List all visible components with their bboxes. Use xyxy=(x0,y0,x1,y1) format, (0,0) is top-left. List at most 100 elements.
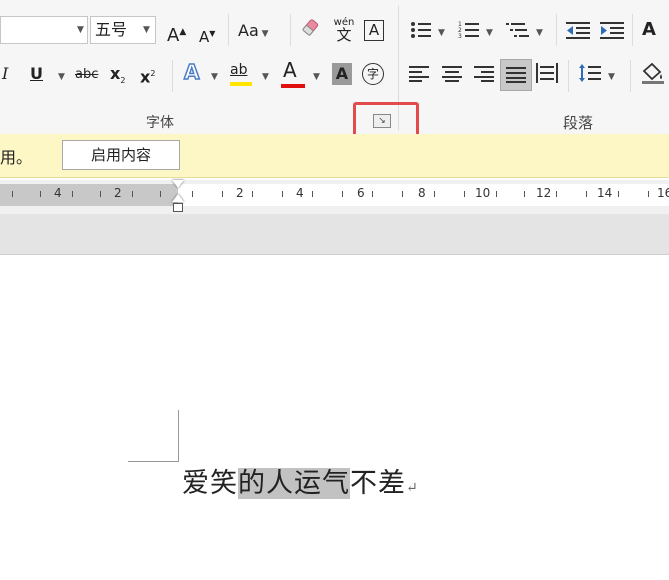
ruler-tick xyxy=(160,191,161,197)
ruler-tick xyxy=(402,191,403,197)
margin-corner-mark xyxy=(128,461,179,462)
ruler-tick xyxy=(524,191,525,197)
italic-button[interactable]: I xyxy=(2,64,8,84)
ruler-tick xyxy=(282,191,283,197)
text-run: 不差 xyxy=(350,468,406,499)
text-effects-icon[interactable]: A xyxy=(183,61,200,83)
chevron-down-icon[interactable]: ▼ xyxy=(313,72,320,82)
ribbon: ▼ 五号 ▼ A▲ A▼ Aa ▼ wén 文 A ▼ 123 ▼ ▼ A I … xyxy=(0,0,669,145)
strikethrough-button[interactable]: abc xyxy=(75,65,98,85)
ruler-tick xyxy=(252,191,253,197)
ruler-label: 14 xyxy=(597,186,613,200)
group-label-font: 字体 xyxy=(146,115,174,131)
subscript-button[interactable]: x2 xyxy=(110,64,125,91)
ruler-label: 2 xyxy=(114,186,122,200)
ruler-tick xyxy=(192,191,193,197)
separator xyxy=(568,60,569,92)
svg-text:3: 3 xyxy=(458,33,462,40)
shading-bucket-icon[interactable] xyxy=(640,62,666,89)
ruler-label: 16 xyxy=(657,186,669,200)
multilevel-list-icon[interactable] xyxy=(506,20,530,45)
left-indent-marker[interactable] xyxy=(173,203,183,212)
superscript-button[interactable]: x2 xyxy=(140,64,155,87)
ruler-tick xyxy=(312,191,313,197)
separator xyxy=(632,14,633,46)
enable-content-button[interactable]: 启用内容 xyxy=(62,140,180,170)
shrink-font-icon[interactable]: A▼ xyxy=(199,24,215,47)
ruler-tick xyxy=(648,191,649,197)
ruler-tick xyxy=(618,191,619,197)
phonetic-guide-icon[interactable]: wén 文 xyxy=(333,16,355,43)
chevron-down-icon: ▼ xyxy=(143,25,150,35)
chevron-down-icon[interactable]: ▼ xyxy=(262,72,269,82)
font-size-value: 五号 xyxy=(95,20,128,39)
justify-icon xyxy=(506,67,526,83)
ruler-tick xyxy=(586,191,587,197)
chevron-down-icon: ▼ xyxy=(77,25,84,35)
ruler-label: 8 xyxy=(418,186,426,200)
chevron-down-icon[interactable]: ▼ xyxy=(438,28,445,38)
highlight-color-icon[interactable]: ab xyxy=(230,60,252,86)
separator xyxy=(556,14,557,46)
font-color-swatch xyxy=(281,84,305,88)
font-name-combo[interactable]: ▼ xyxy=(0,16,88,44)
separator xyxy=(228,14,229,46)
underline-button[interactable]: U xyxy=(30,64,43,84)
change-case-button[interactable]: Aa ▼ xyxy=(238,21,269,44)
ruler-tick xyxy=(222,191,223,197)
bullets-icon[interactable] xyxy=(410,20,432,45)
chevron-down-icon[interactable]: ▼ xyxy=(536,28,543,38)
ruler-margin-area xyxy=(0,184,178,206)
ruler-tick xyxy=(132,191,133,197)
ruler-tick xyxy=(12,191,13,197)
ruler-label: 4 xyxy=(54,186,62,200)
ruler-label: 2 xyxy=(236,186,244,200)
first-line-indent-marker[interactable] xyxy=(172,180,184,188)
font-size-combo[interactable]: 五号 ▼ xyxy=(90,16,156,44)
increase-indent-icon[interactable] xyxy=(600,20,624,45)
ruler-tick xyxy=(40,191,41,197)
document-paragraph[interactable]: 爱笑的人运气不差↵ xyxy=(182,462,419,510)
ruler-tick xyxy=(556,191,557,197)
align-center-icon[interactable] xyxy=(442,66,462,87)
ruler-tick xyxy=(464,191,465,197)
separator xyxy=(172,60,173,92)
ruler-label: 4 xyxy=(296,186,304,200)
ruler-tick xyxy=(72,191,73,197)
highlight-color-swatch xyxy=(230,82,252,86)
separator xyxy=(290,14,291,46)
text-run: 爱笑 xyxy=(182,468,238,499)
grow-font-icon[interactable]: A▲ xyxy=(167,22,186,46)
paragraph-mark-icon: ↵ xyxy=(406,480,419,496)
character-border-icon[interactable]: A xyxy=(364,20,384,41)
message-text: 用。 xyxy=(0,148,33,167)
justify-button[interactable] xyxy=(500,59,532,91)
separator xyxy=(630,60,631,92)
group-label-paragraph: 段落 xyxy=(563,114,594,132)
ruler-tick xyxy=(100,191,101,197)
horizontal-ruler[interactable]: 4 2 2 4 6 8 10 12 14 16 xyxy=(0,180,669,214)
document-page[interactable] xyxy=(0,255,669,580)
ruler-label: 12 xyxy=(536,186,552,200)
asian-layout-icon[interactable]: A xyxy=(642,20,656,40)
chevron-down-icon[interactable]: ▼ xyxy=(211,72,218,82)
chevron-down-icon[interactable]: ▼ xyxy=(58,72,65,82)
ruler-tick xyxy=(342,191,343,197)
line-spacing-icon[interactable] xyxy=(579,63,601,88)
margin-corner-mark xyxy=(178,410,179,462)
page-gap-band xyxy=(0,214,669,255)
enclose-characters-icon[interactable]: 字 xyxy=(362,63,384,85)
align-right-icon[interactable] xyxy=(474,66,494,87)
ruler-tick xyxy=(372,191,373,197)
align-left-icon[interactable] xyxy=(409,66,429,87)
distributed-icon[interactable] xyxy=(536,63,558,88)
chevron-down-icon[interactable]: ▼ xyxy=(608,72,615,82)
chevron-down-icon[interactable]: ▼ xyxy=(486,28,493,38)
numbering-icon[interactable]: 123 xyxy=(458,20,480,45)
font-color-icon[interactable]: A xyxy=(281,60,305,88)
decrease-indent-icon[interactable] xyxy=(566,20,590,45)
hanging-indent-marker[interactable] xyxy=(172,194,184,202)
eraser-icon[interactable] xyxy=(300,18,322,45)
ruler-label: 10 xyxy=(475,186,491,200)
character-shading-icon[interactable]: A xyxy=(332,63,352,85)
